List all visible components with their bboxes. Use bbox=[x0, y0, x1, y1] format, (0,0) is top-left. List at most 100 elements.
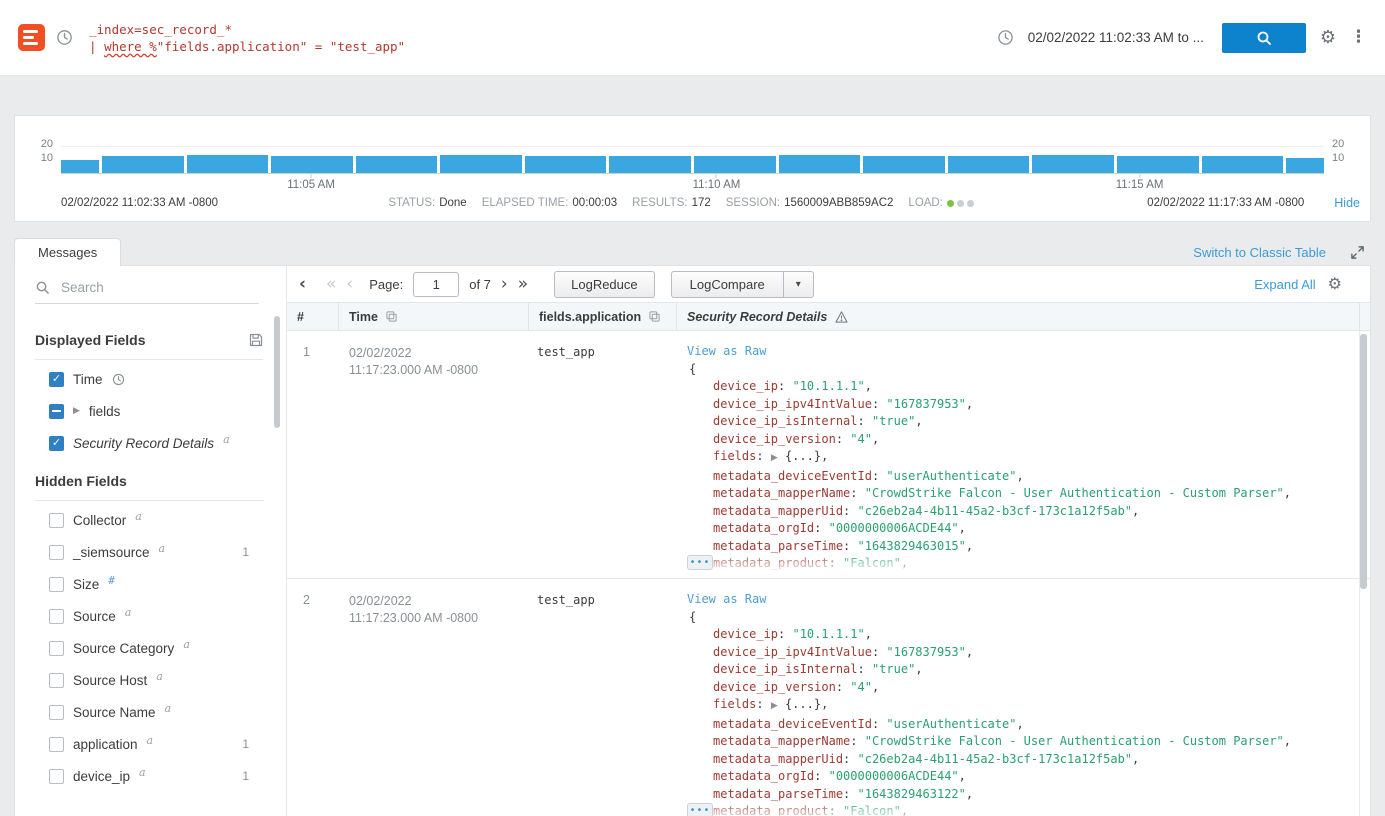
json-key: metadata_parseTime bbox=[713, 539, 843, 553]
column-header-time[interactable]: Time bbox=[339, 303, 529, 330]
checkbox-unchecked[interactable] bbox=[49, 769, 64, 784]
checkbox-unchecked[interactable] bbox=[49, 545, 64, 560]
warning-icon[interactable] bbox=[835, 311, 848, 323]
expand-message-button[interactable]: ••• bbox=[687, 803, 713, 816]
sidebar-scrollbar[interactable] bbox=[274, 316, 280, 428]
query-pipe: | bbox=[89, 39, 104, 54]
save-fields-icon[interactable] bbox=[249, 333, 263, 347]
first-page-button[interactable]: « bbox=[326, 276, 336, 293]
search-button[interactable] bbox=[1222, 23, 1306, 53]
checkbox-unchecked[interactable] bbox=[49, 577, 64, 592]
settings-gear-icon[interactable]: ⚙ bbox=[1320, 29, 1336, 47]
hidden-field-row[interactable]: _siemsourcea1 bbox=[35, 536, 263, 568]
query-editor[interactable]: _index=sec_record_* | where %"fields.app… bbox=[89, 21, 405, 55]
field-search[interactable] bbox=[35, 279, 259, 304]
hidden-field-row[interactable]: Size# bbox=[35, 568, 263, 600]
expand-diagonal-arrows-icon[interactable] bbox=[1350, 245, 1365, 260]
last-page-button[interactable]: » bbox=[518, 276, 528, 293]
json-value: "true" bbox=[872, 414, 915, 428]
displayed-field-row[interactable]: ▶fields bbox=[35, 395, 263, 427]
hide-histogram-link[interactable]: Hide bbox=[1334, 196, 1360, 210]
checkbox-unchecked[interactable] bbox=[49, 673, 64, 688]
checkbox-unchecked[interactable] bbox=[49, 705, 64, 720]
displayed-field-row[interactable]: ✓Time bbox=[35, 363, 263, 395]
view-as-raw-link[interactable]: View as Raw bbox=[687, 591, 766, 609]
expand-all-link[interactable]: Expand All bbox=[1254, 277, 1315, 292]
hidden-field-row[interactable]: Source Namea bbox=[35, 696, 263, 728]
checkbox-unchecked[interactable] bbox=[49, 737, 64, 752]
histogram-bar[interactable] bbox=[948, 156, 1030, 173]
sumo-logic-logo-icon[interactable] bbox=[18, 24, 45, 51]
checkbox-unchecked[interactable] bbox=[49, 609, 64, 624]
logreduce-button[interactable]: LogReduce bbox=[554, 271, 655, 298]
histogram-bar[interactable] bbox=[440, 155, 522, 173]
row-number-cell: 2 bbox=[287, 579, 339, 816]
checkbox-checked[interactable]: ✓ bbox=[49, 372, 64, 387]
json-key: metadata_mapperUid bbox=[713, 752, 843, 766]
field-type-badge: a bbox=[183, 639, 190, 650]
json-key: metadata_mapperName bbox=[713, 486, 850, 500]
hidden-field-row[interactable]: Source Hosta bbox=[35, 664, 263, 696]
logcompare-dropdown-caret-icon[interactable]: ▾ bbox=[783, 272, 813, 297]
field-search-input[interactable] bbox=[59, 279, 239, 296]
hidden-field-row[interactable]: applicationa1 bbox=[35, 728, 263, 760]
query-line-1[interactable]: _index=sec_record_* bbox=[89, 21, 405, 38]
tab-messages[interactable]: Messages bbox=[14, 238, 121, 266]
histogram-bar[interactable] bbox=[1202, 156, 1284, 173]
histogram-bar[interactable] bbox=[863, 156, 945, 173]
field-type-badge: a bbox=[139, 767, 146, 778]
json-key: metadata_deviceEventId bbox=[713, 469, 872, 483]
collapse-sidebar-icon[interactable]: ‹ bbox=[299, 276, 306, 293]
query-line-2[interactable]: | where %"fields.application" = "test_ap… bbox=[89, 38, 405, 55]
histogram-bar[interactable] bbox=[525, 156, 607, 173]
field-label: Size bbox=[73, 577, 99, 592]
histogram-bar[interactable] bbox=[609, 156, 691, 173]
next-page-button[interactable]: › bbox=[501, 276, 508, 293]
logcompare-button[interactable]: LogCompare ▾ bbox=[671, 271, 814, 298]
time-range-selector[interactable]: 02/02/2022 11:02:33 AM to ... bbox=[1028, 30, 1204, 45]
more-options-kebab-icon[interactable]: ⋮ bbox=[1350, 29, 1367, 46]
hidden-field-row[interactable]: Source Categorya bbox=[35, 632, 263, 664]
column-header-number[interactable]: # bbox=[287, 303, 339, 330]
column-header-details[interactable]: Security Record Details bbox=[677, 303, 1360, 330]
prev-page-button[interactable]: ‹ bbox=[346, 276, 353, 293]
histogram-bar[interactable] bbox=[1117, 156, 1199, 173]
json-line: metadata_deviceEventId: "userAuthenticat… bbox=[687, 716, 1359, 734]
search-history-icon[interactable] bbox=[55, 28, 74, 47]
histogram-bar[interactable] bbox=[779, 155, 861, 173]
json-expand-caret-icon[interactable]: ▶ bbox=[771, 453, 778, 463]
main-scrollbar[interactable] bbox=[1360, 334, 1367, 589]
displayed-field-row[interactable]: ✓Security Record Detailsa bbox=[35, 427, 263, 459]
row-time-cell: 02/02/202211:17:23.000 AM -0800 bbox=[339, 331, 529, 578]
checkbox-unchecked[interactable] bbox=[49, 513, 64, 528]
view-as-raw-link[interactable]: View as Raw bbox=[687, 343, 766, 361]
checkbox-indeterminate[interactable] bbox=[49, 404, 64, 419]
checkbox-unchecked[interactable] bbox=[49, 641, 64, 656]
hidden-field-row[interactable]: device_ipa1 bbox=[35, 760, 263, 792]
histogram-bar[interactable] bbox=[187, 155, 269, 173]
switch-to-classic-table-link[interactable]: Switch to Classic Table bbox=[1193, 245, 1326, 260]
divider bbox=[35, 359, 263, 360]
json-key: device_ip_ipv4IntValue bbox=[713, 397, 872, 411]
expand-message-button[interactable]: ••• bbox=[687, 555, 713, 570]
histogram-bar[interactable] bbox=[1032, 155, 1114, 173]
table-settings-gear-icon[interactable]: ⚙ bbox=[1328, 276, 1342, 292]
hidden-field-row[interactable]: Sourcea bbox=[35, 600, 263, 632]
hidden-field-row[interactable]: Collectora bbox=[35, 504, 263, 536]
histogram-bar[interactable] bbox=[61, 160, 99, 173]
histogram-bar[interactable] bbox=[1286, 158, 1324, 173]
column-header-application[interactable]: fields.application bbox=[529, 303, 677, 330]
copy-icon[interactable] bbox=[386, 311, 397, 322]
message-rows: 102/02/202211:17:23.000 AM -0800test_app… bbox=[287, 331, 1370, 816]
histogram-bar[interactable] bbox=[271, 156, 353, 173]
histogram-bar[interactable] bbox=[102, 156, 184, 173]
histogram-bar[interactable] bbox=[356, 156, 438, 173]
json-expand-caret-icon[interactable]: ▶ bbox=[771, 701, 778, 711]
checkbox-checked[interactable]: ✓ bbox=[49, 436, 64, 451]
json-value: "10.1.1.1" bbox=[792, 379, 864, 393]
logcompare-label[interactable]: LogCompare bbox=[672, 272, 783, 297]
copy-icon[interactable] bbox=[649, 311, 660, 322]
expand-caret-icon[interactable]: ▶ bbox=[73, 407, 80, 416]
histogram-bar[interactable] bbox=[694, 156, 776, 173]
page-number-input[interactable] bbox=[413, 272, 459, 297]
